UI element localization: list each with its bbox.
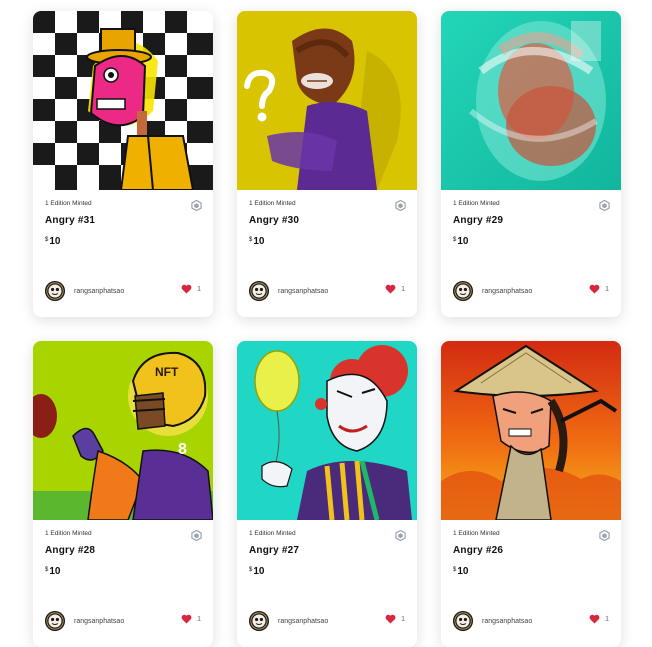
nft-artwork-image[interactable]: 8 NFT (33, 341, 213, 520)
chain-icon (191, 198, 202, 212)
svg-text:NFT: NFT (155, 365, 179, 379)
nft-title[interactable]: Angry #31 (45, 215, 95, 226)
nft-title[interactable]: Angry #28 (45, 545, 95, 556)
angry-29-artwork (441, 11, 621, 190)
nft-title[interactable]: Angry #29 (453, 215, 503, 226)
nft-title[interactable]: Angry #27 (249, 545, 299, 556)
chain-icon (599, 198, 610, 212)
avatar (453, 281, 473, 301)
owner-link[interactable]: rangsanphatsao (249, 281, 328, 301)
angry-30-artwork (237, 11, 417, 190)
like-button[interactable]: 1 (589, 614, 609, 624)
nft-card[interactable]: 1 Edition Minted Angry #26 $10 rangsanph… (441, 341, 621, 647)
price-value: 10 (457, 236, 469, 247)
chain-icon (395, 198, 406, 212)
like-button[interactable]: 1 (589, 284, 609, 294)
nft-price: $10 (45, 236, 60, 247)
nft-title[interactable]: Angry #26 (453, 545, 503, 556)
nft-card[interactable]: 1 Edition Minted Angry #27 $10 rangsanph… (237, 341, 417, 647)
owner-username: rangsanphatsao (74, 287, 125, 295)
edition-label: 1 Edition Minted (249, 200, 296, 207)
currency-symbol: $ (453, 567, 457, 573)
nft-card[interactable]: 1 Edition Minted Angry #30 $10 rangsanph… (237, 11, 417, 317)
owner-link[interactable]: rangsanphatsao (453, 611, 532, 631)
currency-symbol: $ (453, 237, 457, 243)
edition-label: 1 Edition Minted (453, 530, 500, 537)
owner-link[interactable]: rangsanphatsao (45, 281, 124, 301)
like-count: 1 (401, 615, 405, 623)
owner-username: rangsanphatsao (74, 617, 125, 625)
nft-price: $10 (45, 566, 60, 577)
owner-username: rangsanphatsao (278, 617, 329, 625)
edition-label: 1 Edition Minted (45, 530, 92, 537)
heart-icon (385, 614, 396, 624)
nft-price: $10 (453, 236, 468, 247)
like-count: 1 (605, 615, 609, 623)
owner-link[interactable]: rangsanphatsao (45, 611, 124, 631)
nft-artwork-image[interactable] (441, 341, 621, 520)
currency-symbol: $ (45, 237, 49, 243)
heart-icon (589, 284, 600, 294)
nft-price: $10 (249, 566, 264, 577)
edition-label: 1 Edition Minted (249, 530, 296, 537)
angry-26-artwork (441, 341, 621, 520)
avatar (45, 611, 65, 631)
nft-price: $10 (249, 236, 264, 247)
like-button[interactable]: 1 (385, 614, 405, 624)
nft-artwork-image[interactable] (237, 341, 417, 520)
owner-username: rangsanphatsao (278, 287, 329, 295)
svg-text:8: 8 (178, 441, 187, 458)
price-value: 10 (49, 236, 61, 247)
angry-31-artwork (33, 11, 213, 190)
nft-card[interactable]: 1 Edition Minted Angry #31 $10 rangsanph… (33, 11, 213, 317)
avatar (249, 281, 269, 301)
price-value: 10 (49, 566, 61, 577)
heart-icon (385, 284, 396, 294)
angry-28-artwork: 8 NFT (33, 341, 213, 520)
edition-label: 1 Edition Minted (453, 200, 500, 207)
price-value: 10 (253, 566, 265, 577)
nft-price: $10 (453, 566, 468, 577)
heart-icon (589, 614, 600, 624)
like-count: 1 (605, 285, 609, 293)
angry-27-artwork (237, 341, 417, 520)
nft-artwork-image[interactable] (237, 11, 417, 190)
chain-icon (395, 528, 406, 542)
avatar (453, 611, 473, 631)
nft-card[interactable]: 1 Edition Minted Angry #29 $10 rangsanph… (441, 11, 621, 317)
price-value: 10 (253, 236, 265, 247)
chain-icon (599, 528, 610, 542)
owner-username: rangsanphatsao (482, 617, 533, 625)
nft-title[interactable]: Angry #30 (249, 215, 299, 226)
owner-username: rangsanphatsao (482, 287, 533, 295)
like-button[interactable]: 1 (385, 284, 405, 294)
currency-symbol: $ (249, 567, 253, 573)
heart-icon (181, 614, 192, 624)
avatar (45, 281, 65, 301)
nft-card[interactable]: 8 NFT 1 Edition Minted Angry #28 $10 ran… (33, 341, 213, 647)
like-button[interactable]: 1 (181, 284, 201, 294)
currency-symbol: $ (45, 567, 49, 573)
nft-artwork-image[interactable] (33, 11, 213, 190)
owner-link[interactable]: rangsanphatsao (249, 611, 328, 631)
nft-card-grid: 1 Edition Minted Angry #31 $10 rangsanph… (0, 0, 652, 647)
like-button[interactable]: 1 (181, 614, 201, 624)
edition-label: 1 Edition Minted (45, 200, 92, 207)
like-count: 1 (401, 285, 405, 293)
chain-icon (191, 528, 202, 542)
currency-symbol: $ (249, 237, 253, 243)
heart-icon (181, 284, 192, 294)
owner-link[interactable]: rangsanphatsao (453, 281, 532, 301)
price-value: 10 (457, 566, 469, 577)
like-count: 1 (197, 285, 201, 293)
avatar (249, 611, 269, 631)
like-count: 1 (197, 615, 201, 623)
nft-artwork-image[interactable] (441, 11, 621, 190)
